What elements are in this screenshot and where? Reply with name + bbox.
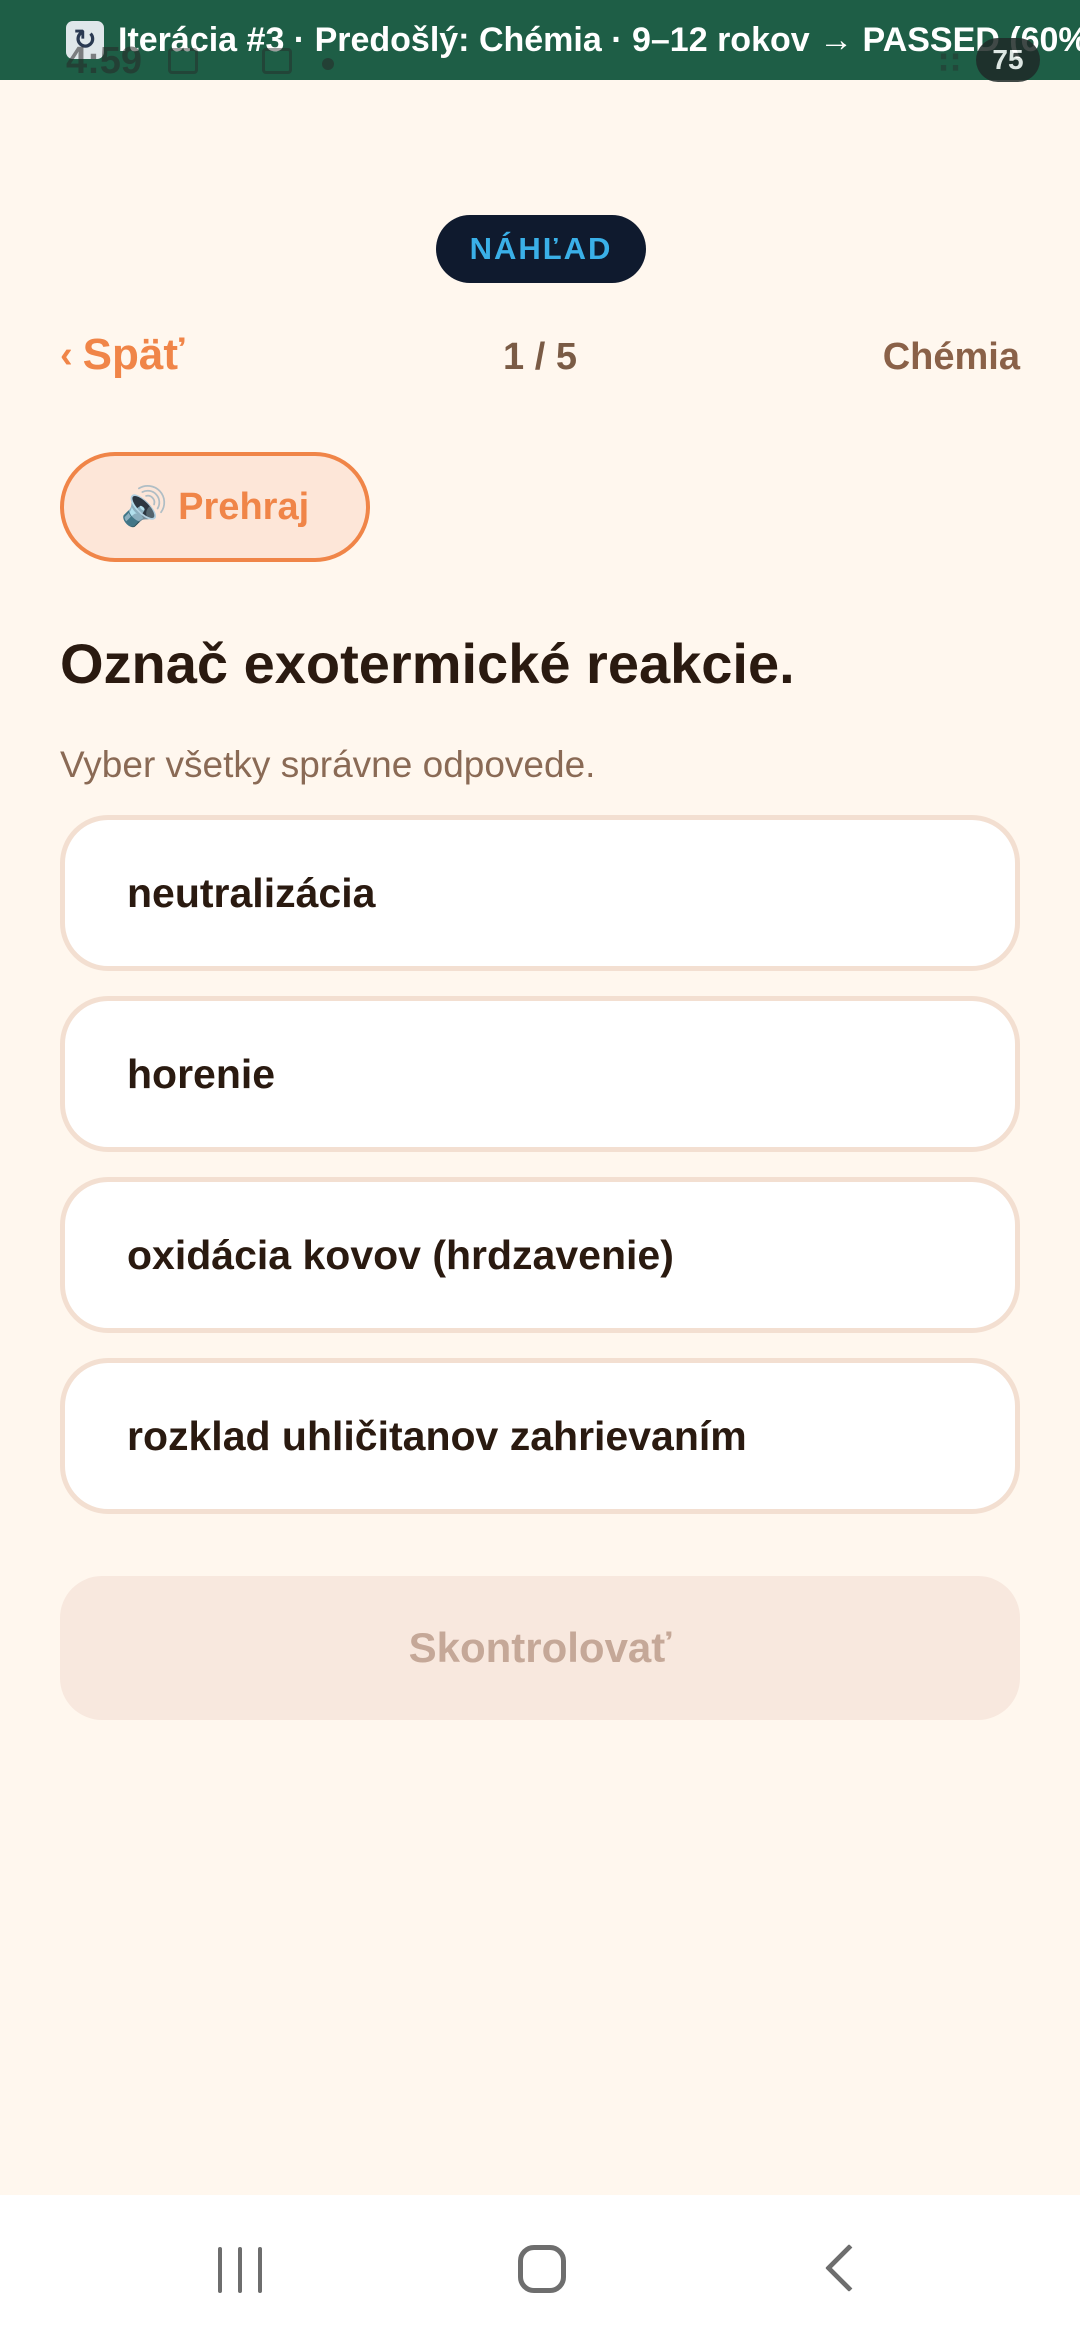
answer-option-label: horenie [127, 1050, 276, 1097]
refresh-icon: ↻ [66, 21, 104, 59]
system-back-icon[interactable] [824, 2243, 874, 2293]
answer-option[interactable]: rozklad uhličitanov zahrievaním [60, 1358, 1020, 1514]
play-audio-button[interactable]: 🔊 Prehraj [60, 452, 370, 562]
answer-option[interactable]: oxidácia kovov (hrdzavenie) [60, 1177, 1020, 1333]
system-navigation-bar [0, 2195, 1080, 2340]
answer-option-label: neutralizácia [127, 869, 376, 916]
answer-option[interactable]: neutralizácia [60, 815, 1020, 971]
play-label: Prehraj [178, 485, 310, 528]
answer-options: neutralizácia horenie oxidácia kovov (hr… [60, 815, 1020, 1539]
answer-option[interactable]: horenie [60, 996, 1020, 1152]
question-instruction: Vyber všetky správne odpovede. [60, 744, 596, 785]
back-button[interactable]: ‹ Späť [60, 330, 184, 380]
home-icon[interactable] [518, 2245, 566, 2293]
check-button[interactable]: Skontrolovať [60, 1576, 1020, 1720]
speaker-icon: 🔊 [120, 486, 169, 528]
answer-option-label: rozklad uhličitanov zahrievaním [127, 1412, 747, 1459]
question-progress: 1 / 5 [503, 336, 577, 378]
question-title: Označ exotermické reakcie. [60, 632, 795, 695]
banner-text: Iterácia #3 · Predošlý: Chémia · 9–12 ro… [118, 20, 1080, 59]
lesson-header: 1 / 5 ‹ Späť Chémia [60, 330, 1020, 400]
subject-label: Chémia [882, 336, 1020, 378]
chevron-left-icon: ‹ [60, 333, 73, 376]
screen: ↻ Iterácia #3 · Predošlý: Chémia · 9–12 … [0, 0, 1080, 2340]
back-label: Späť [82, 330, 185, 379]
recents-icon[interactable] [218, 2247, 264, 2293]
answer-option-label: oxidácia kovov (hrdzavenie) [127, 1231, 674, 1278]
iteration-banner: ↻ Iterácia #3 · Predošlý: Chémia · 9–12 … [0, 0, 1080, 80]
preview-badge: NÁHĽAD [436, 215, 646, 283]
